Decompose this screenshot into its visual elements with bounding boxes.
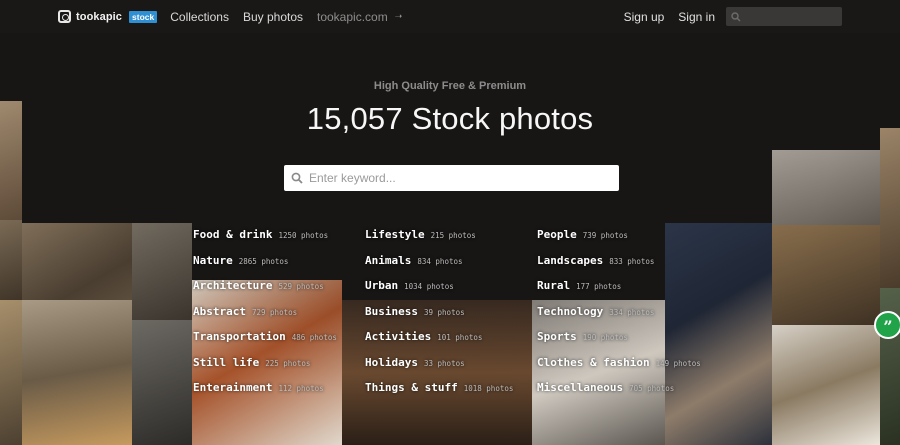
header-search-input[interactable]	[726, 7, 842, 26]
nav-collections[interactable]: Collections	[170, 10, 229, 24]
category-item[interactable]: Holidays 33 photos	[365, 356, 537, 382]
category-item[interactable]: Activities 101 photos	[365, 330, 537, 356]
feedback-button[interactable]: ”	[874, 311, 900, 339]
category-name: Enterainment	[193, 381, 273, 394]
photo-tile	[22, 300, 132, 445]
category-count: 834 photos	[417, 256, 463, 266]
category-name: Holidays	[365, 355, 418, 369]
category-name: Urban	[365, 279, 399, 292]
arrow-right-icon: ➝	[394, 11, 403, 21]
category-count: 33 photos	[423, 358, 465, 368]
category-count: 177 photos	[576, 282, 622, 291]
category-count: 529 photos	[278, 282, 324, 291]
category-item[interactable]: Lifestyle 215 photos	[365, 228, 537, 254]
category-count: 190 photos	[582, 333, 628, 342]
category-item[interactable]: Technology 334 photos	[537, 305, 727, 331]
category-item[interactable]: Nature 2865 photos	[193, 254, 365, 280]
keyword-search-input[interactable]	[309, 171, 609, 185]
photo-tile	[132, 320, 192, 445]
category-name: Food & drink	[193, 228, 273, 241]
category-item[interactable]: Urban 1034 photos	[365, 279, 537, 305]
category-item[interactable]: Abstract 729 photos	[193, 305, 365, 331]
category-name: Abstract	[193, 304, 246, 318]
category-item[interactable]: Architecture 529 photos	[193, 279, 365, 305]
category-item[interactable]: Food & drink 1250 photos	[193, 228, 365, 254]
category-name: Sports	[537, 330, 577, 343]
category-name: Landscapes	[537, 253, 604, 267]
domain-label: tookapic.com	[317, 9, 388, 24]
category-count: 334 photos	[609, 307, 655, 317]
category-count: 112 photos	[278, 384, 324, 393]
quote-icon: ”	[883, 317, 893, 336]
category-name: Technology	[537, 304, 604, 318]
category-name: Still life	[193, 355, 260, 369]
photo-tile	[0, 220, 22, 300]
hero-headline: 15,057 Stock photos	[306, 101, 594, 136]
category-count: 1250 photos	[278, 231, 329, 240]
category-item[interactable]: Still life 225 photos	[193, 356, 365, 382]
category-count: 1034 photos	[404, 282, 454, 291]
category-count: 833 photos	[609, 256, 655, 266]
category-name: Rural	[537, 279, 571, 292]
photo-tile	[132, 210, 192, 320]
category-count: 739 photos	[582, 231, 628, 240]
category-item[interactable]: Things & stuff 1018 photos	[365, 381, 537, 407]
category-count: 486 photos	[291, 333, 337, 342]
category-item[interactable]: Rural 177 photos	[537, 279, 727, 305]
stock-badge: stock	[129, 10, 158, 23]
category-name: Activities	[365, 330, 432, 343]
photo-tile	[772, 150, 880, 225]
category-item[interactable]: Transportation 486 photos	[193, 330, 365, 356]
category-name: Animals	[365, 253, 412, 267]
top-navigation: tookapic stock Collections Buy photos to…	[0, 0, 900, 33]
category-count: 215 photos	[430, 231, 476, 240]
category-column: People 739 photos Landscapes 833 photos Ru…	[537, 228, 727, 407]
category-count: 705 photos	[629, 384, 675, 393]
category-name: Lifestyle	[365, 228, 425, 241]
page: tookapic stock Collections Buy photos to…	[0, 0, 900, 445]
nav-tookapic-link[interactable]: tookapic.com ➝	[317, 10, 402, 24]
category-name: Nature	[193, 253, 233, 267]
category-count: 101 photos	[437, 333, 483, 342]
brand-name: tookapic	[76, 10, 123, 23]
category-item[interactable]: People 739 photos	[537, 228, 727, 254]
photo-tile	[880, 128, 900, 288]
camera-logo-icon	[58, 10, 71, 23]
category-count: 1018 photos	[463, 384, 514, 393]
nav-buy-photos[interactable]: Buy photos	[243, 10, 303, 24]
category-item[interactable]: Clothes & fashion 149 photos	[537, 356, 727, 382]
category-name: Clothes & fashion	[537, 355, 650, 369]
keyword-search-field[interactable]	[284, 165, 619, 191]
hero-tagline: High Quality Free & Premium	[373, 80, 527, 92]
category-item[interactable]: Sports 190 photos	[537, 330, 727, 356]
category-name: Transportation	[193, 330, 286, 343]
category-item[interactable]: Landscapes 833 photos	[537, 254, 727, 280]
category-name: Miscellaneous	[537, 381, 624, 394]
sign-in-link[interactable]: Sign in	[678, 10, 715, 24]
photo-tile	[0, 300, 22, 445]
category-column: Lifestyle 215 photos Animals 834 photos Ur…	[365, 228, 537, 407]
category-list: Food & drink 1250 photos Nature 2865 photo…	[193, 228, 727, 407]
category-item[interactable]: Business 39 photos	[365, 305, 537, 331]
category-item[interactable]: Miscellaneous 705 photos	[537, 381, 727, 407]
sign-up-link[interactable]: Sign up	[624, 10, 665, 24]
photo-tile	[772, 225, 880, 325]
category-name: People	[537, 228, 577, 241]
category-count: 225 photos	[265, 358, 311, 368]
category-count: 39 photos	[423, 307, 465, 317]
category-item[interactable]: Animals 834 photos	[365, 254, 537, 280]
category-count: 729 photos	[251, 307, 298, 317]
photo-tile	[772, 325, 880, 445]
category-name: Business	[365, 304, 418, 318]
search-icon	[731, 11, 741, 22]
category-item[interactable]: Enterainment 112 photos	[193, 381, 365, 407]
category-count: 2865 photos	[238, 256, 289, 266]
category-name: Things & stuff	[365, 381, 458, 394]
category-name: Architecture	[193, 279, 273, 292]
logo[interactable]: tookapic stock	[58, 10, 158, 23]
category-count: 149 photos	[655, 358, 701, 368]
search-icon	[291, 172, 303, 184]
account-nav: Sign up Sign in	[610, 7, 900, 26]
category-column: Food & drink 1250 photos Nature 2865 photo…	[193, 228, 365, 407]
